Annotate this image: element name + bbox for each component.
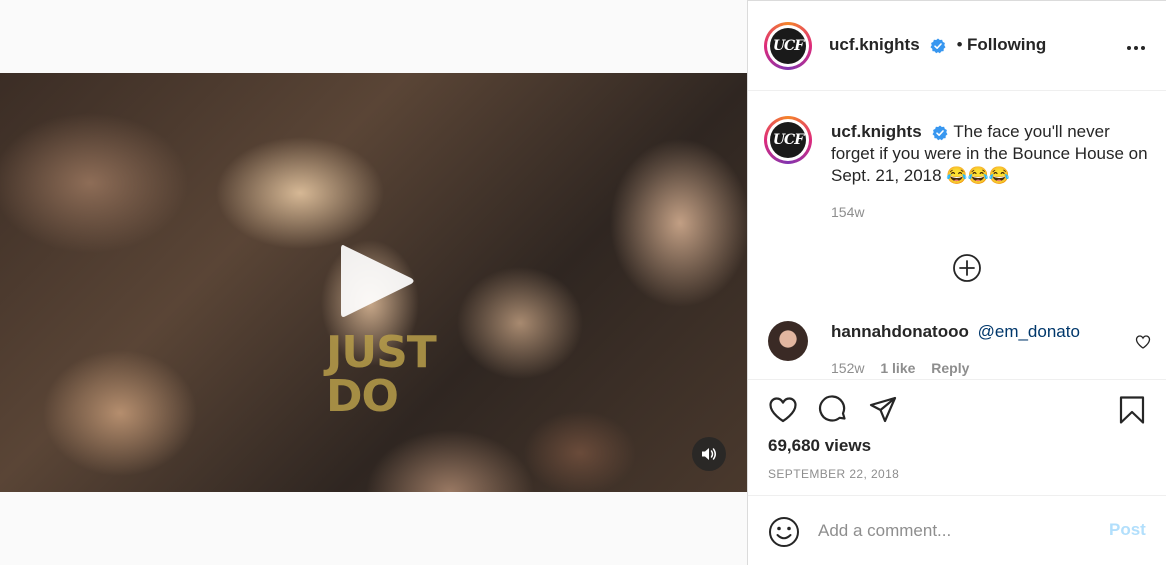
caption-username[interactable]: ucf.knights [831, 122, 922, 141]
play-icon[interactable] [337, 240, 417, 322]
video-frame-shirt-text: JUST DO [326, 327, 437, 422]
post-details-pane: UCF ucf.knights • Following UCF ucf.knig… [747, 0, 1166, 565]
post-actions: 69,680 views SEPTEMBER 22, 2018 [748, 379, 1166, 495]
verified-badge-icon [930, 38, 946, 54]
ucf-logo: UCF [770, 28, 806, 64]
post-date[interactable]: SEPTEMBER 22, 2018 [768, 467, 899, 481]
comment-meta: 152w 1 like Reply [831, 360, 981, 376]
heart-icon[interactable] [768, 395, 798, 425]
following-button[interactable]: Following [967, 35, 1046, 54]
commenter-avatar[interactable] [768, 321, 808, 361]
share-icon[interactable] [868, 395, 898, 425]
more-options-icon[interactable] [1125, 37, 1147, 59]
comment-icon[interactable] [818, 395, 848, 425]
comments-scroll-area[interactable]: UCF ucf.knights The face you'll never fo… [748, 91, 1166, 379]
ucf-logo: UCF [770, 122, 806, 158]
comment: hannahdonatooo @em_donato [831, 322, 1080, 342]
media-pane: JUST DO [0, 0, 747, 565]
bookmark-icon[interactable] [1117, 395, 1147, 425]
caption-avatar[interactable]: UCF [764, 116, 812, 164]
comment-mention-link[interactable]: @em_donato [978, 322, 1080, 341]
header-separator: • [956, 35, 963, 54]
add-comment-bar: Post [748, 495, 1166, 565]
plus-circle-icon[interactable] [952, 253, 982, 283]
verified-badge-icon [932, 125, 948, 140]
view-count[interactable]: 69,680 views [768, 436, 871, 456]
profile-avatar[interactable]: UCF [764, 22, 812, 70]
caption-timestamp[interactable]: 154w [831, 204, 864, 220]
comment-likes[interactable]: 1 like [880, 360, 915, 376]
post-video[interactable]: JUST DO [0, 73, 747, 492]
speaker-icon [702, 448, 716, 460]
comment-reply-button[interactable]: Reply [931, 360, 969, 376]
post-caption: ucf.knights The face you'll never forget… [831, 121, 1151, 187]
post-comment-button[interactable]: Post [1109, 520, 1146, 540]
post-header: UCF ucf.knights • Following [748, 1, 1166, 91]
header-username[interactable]: ucf.knights [829, 35, 920, 54]
heart-icon[interactable] [1135, 334, 1151, 350]
mute-toggle-button[interactable] [692, 437, 726, 471]
emoji-icon[interactable] [768, 516, 800, 548]
comment-timestamp[interactable]: 152w [831, 360, 864, 376]
comment-username[interactable]: hannahdonatooo [831, 322, 969, 341]
comment-input[interactable] [818, 518, 1088, 544]
